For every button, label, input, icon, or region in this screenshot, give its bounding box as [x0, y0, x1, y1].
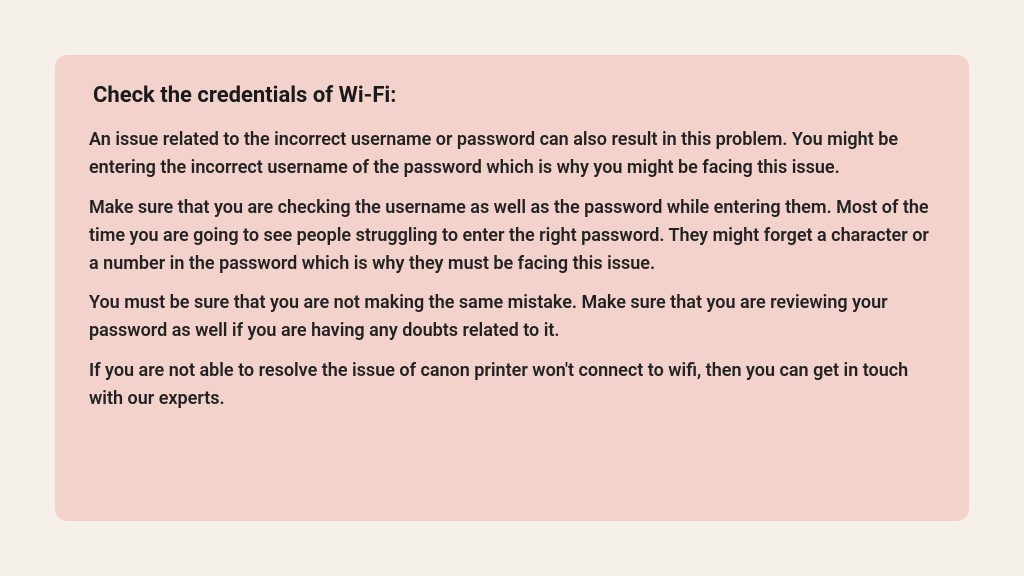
card-paragraph: If you are not able to resolve the issue…: [89, 357, 935, 413]
card-paragraph: An issue related to the incorrect userna…: [89, 126, 935, 182]
card-heading: Check the credentials of Wi-Fi:: [89, 83, 935, 108]
info-card: Check the credentials of Wi-Fi: An issue…: [55, 55, 969, 521]
card-paragraph: You must be sure that you are not making…: [89, 289, 935, 345]
card-paragraph: Make sure that you are checking the user…: [89, 194, 935, 278]
